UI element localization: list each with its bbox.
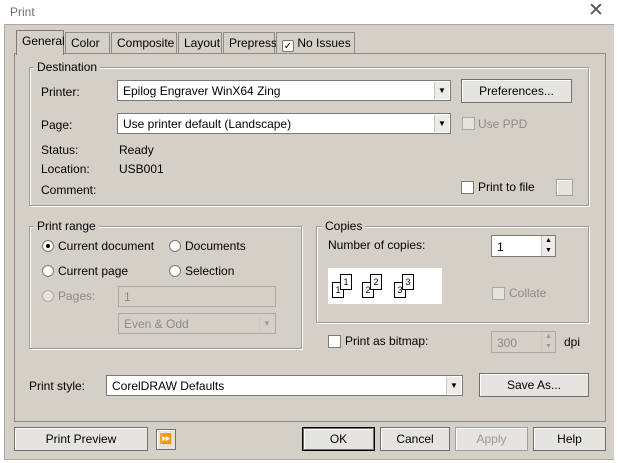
- preferences-button[interactable]: Preferences...: [461, 79, 572, 103]
- even-odd-value: Even & Odd: [124, 317, 189, 331]
- spin-up-icon[interactable]: ▲: [541, 332, 555, 342]
- help-button[interactable]: Help: [533, 427, 606, 451]
- location-label: Location:: [41, 162, 90, 176]
- save-as-button[interactable]: Save As...: [479, 373, 589, 397]
- tab-composite[interactable]: Composite: [111, 32, 177, 53]
- tab-color-label: Color: [71, 36, 100, 50]
- tab-layout[interactable]: Layout: [178, 32, 222, 53]
- print-range-title: Print range: [34, 219, 99, 233]
- collate-page-3b: 3: [402, 274, 414, 290]
- print-preview-button[interactable]: Print Preview: [14, 427, 148, 451]
- documents-radio[interactable]: [169, 240, 181, 252]
- pages-radio[interactable]: [42, 290, 54, 302]
- collate-checkbox[interactable]: [492, 287, 505, 300]
- status-value: Ready: [119, 143, 154, 157]
- window-edge: [614, 24, 620, 460]
- destination-title: Destination: [34, 60, 101, 74]
- pages-label: Pages:: [58, 289, 96, 303]
- tab-color[interactable]: Color: [65, 32, 110, 53]
- cancel-button[interactable]: Cancel: [380, 427, 450, 451]
- collate-page-1b: 1: [340, 274, 352, 290]
- tab-general-label: General: [22, 34, 65, 48]
- selection-radio[interactable]: [169, 265, 181, 277]
- number-of-copies-stepper[interactable]: 1 ▲ ▼: [491, 235, 556, 257]
- current-page-radio[interactable]: [42, 265, 54, 277]
- tab-no-issues-label: No Issues: [297, 36, 351, 50]
- status-label: Status:: [41, 143, 79, 157]
- tab-general[interactable]: General: [16, 30, 65, 55]
- tab-layout-label: Layout: [184, 36, 221, 50]
- apply-button[interactable]: Apply: [455, 427, 528, 451]
- expand-preview-icon[interactable]: ⏩: [156, 429, 176, 450]
- even-odd-select[interactable]: Even & Odd ▼: [118, 313, 276, 334]
- printer-select[interactable]: Epilog Engraver WinX64 Zing ▼: [117, 80, 451, 101]
- collate-page-2b: 2: [370, 274, 382, 290]
- comment-label: Comment:: [41, 183, 97, 197]
- copies-title: Copies: [322, 219, 366, 233]
- current-page-label: Current page: [58, 264, 129, 278]
- chevron-down-icon[interactable]: ▼: [446, 377, 461, 394]
- spin-down-icon[interactable]: ▼: [541, 246, 555, 256]
- print-as-bitmap-checkbox[interactable]: [328, 335, 341, 348]
- check-icon: ✓: [282, 40, 294, 52]
- chevron-down-icon[interactable]: ▼: [434, 82, 449, 99]
- print-to-file-checkbox[interactable]: [461, 181, 474, 194]
- print-to-file-label: Print to file: [478, 180, 535, 194]
- documents-label: Documents: [185, 239, 246, 253]
- tab-no-issues[interactable]: ✓ No Issues: [276, 32, 355, 53]
- number-of-copies-value: 1: [497, 240, 504, 254]
- ok-button[interactable]: OK: [302, 427, 375, 451]
- tab-composite-label: Composite: [117, 36, 175, 50]
- collate-preview: 1 1 2 2 3 3: [328, 268, 442, 304]
- spin-down-icon[interactable]: ▼: [541, 342, 555, 352]
- bitmap-dpi-stepper[interactable]: 300 ▲ ▼: [491, 331, 556, 353]
- spin-up-icon[interactable]: ▲: [541, 236, 555, 246]
- location-value: USB001: [119, 162, 164, 176]
- number-of-copies-label: Number of copies:: [328, 238, 426, 252]
- use-ppd-checkbox[interactable]: [462, 117, 475, 130]
- page-label: Page:: [41, 118, 73, 132]
- print-style-label: Print style:: [29, 379, 86, 393]
- pages-input[interactable]: 1: [118, 286, 276, 307]
- tab-prepress-label: Prepress: [229, 36, 278, 50]
- bitmap-dpi-value: 300: [497, 336, 518, 350]
- selection-label: Selection: [185, 264, 235, 278]
- page-select[interactable]: Use printer default (Landscape) ▼: [117, 113, 451, 134]
- printer-value: Epilog Engraver WinX64 Zing: [123, 84, 281, 98]
- current-document-radio[interactable]: [42, 240, 54, 252]
- window-title: Print: [10, 5, 35, 19]
- tab-prepress[interactable]: Prepress: [223, 32, 278, 53]
- close-icon[interactable]: ✕: [585, 0, 607, 22]
- title-bar: [0, 0, 620, 24]
- use-ppd-label: Use PPD: [478, 117, 528, 131]
- page-value: Use printer default (Landscape): [123, 117, 292, 131]
- dpi-unit-label: dpi: [564, 335, 581, 349]
- chevron-down-icon[interactable]: ▼: [259, 315, 274, 332]
- print-style-value: CorelDRAW Defaults: [112, 379, 225, 393]
- collate-label: Collate: [509, 286, 547, 300]
- printer-label: Printer:: [41, 85, 80, 99]
- chevron-down-icon[interactable]: ▼: [434, 115, 449, 132]
- print-style-select[interactable]: CorelDRAW Defaults ▼: [106, 375, 463, 396]
- print-to-file-browse-button[interactable]: [556, 179, 573, 196]
- current-document-label: Current document: [58, 239, 155, 253]
- print-as-bitmap-label: Print as bitmap:: [345, 334, 429, 348]
